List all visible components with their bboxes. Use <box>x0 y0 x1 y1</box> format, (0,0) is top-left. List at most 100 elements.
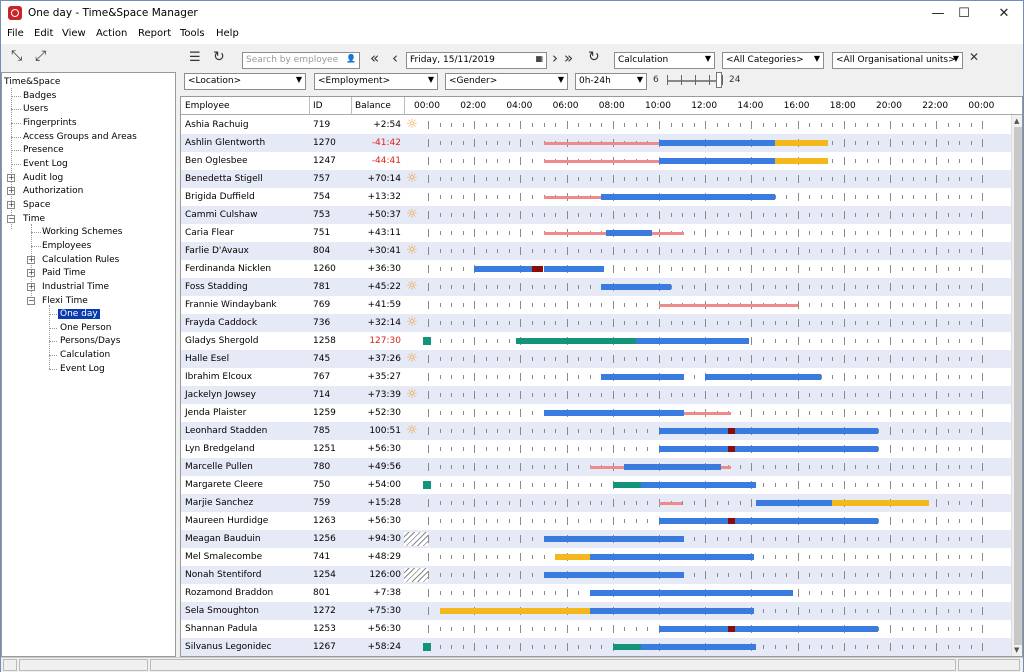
yellow-time-segment[interactable] <box>439 608 590 614</box>
expand-icon[interactable]: ⤢ <box>35 48 46 64</box>
blue-time-segment[interactable] <box>659 158 775 164</box>
previous-week-icon[interactable]: « <box>370 49 379 67</box>
pink-time-segment[interactable] <box>543 159 659 163</box>
org-units-select[interactable]: <All Organisational units> ▼ <box>832 52 963 69</box>
menu-tools[interactable]: Tools <box>180 28 205 39</box>
vertical-scrollbar[interactable]: ▲ ▼ <box>1011 115 1022 656</box>
blue-time-segment[interactable] <box>735 626 879 632</box>
blue-time-segment[interactable] <box>624 464 722 470</box>
blue-time-segment[interactable] <box>543 536 685 542</box>
table-row[interactable]: Shannan Padula 1253 +56:30 <box>181 620 1011 638</box>
menu-action[interactable]: Action <box>96 28 127 39</box>
clear-filter-icon[interactable]: ✕ <box>969 50 979 64</box>
blue-time-segment[interactable] <box>543 266 604 272</box>
tree-item-one-person[interactable]: One Person <box>60 323 111 333</box>
pink-time-segment[interactable] <box>543 141 659 145</box>
tree-item-industrial-time[interactable]: Industrial Time <box>42 282 109 292</box>
table-row[interactable]: Ferdinanda Nicklen 1260 +36:30 <box>181 260 1011 278</box>
table-row[interactable]: Rozamond Braddon 801 +7:38 <box>181 584 1011 602</box>
tree-item-working-schemes[interactable]: Working Schemes <box>42 227 122 237</box>
pink-time-segment[interactable] <box>684 411 731 415</box>
blue-time-segment[interactable] <box>589 608 754 614</box>
blue-time-segment[interactable] <box>605 230 653 236</box>
tree-item-calculation-rules[interactable]: Calculation Rules <box>42 255 119 265</box>
column-header-balance[interactable]: Balance <box>355 101 391 111</box>
table-row[interactable]: Mel Smalecombe 741 +48:29 <box>181 548 1011 566</box>
collapse-icon[interactable]: − <box>7 215 15 223</box>
search-input[interactable]: Search by employee 👤 <box>242 52 360 69</box>
date-picker[interactable]: Friday, 15/11/2019 ▦ <box>406 52 547 69</box>
column-header-id[interactable]: ID <box>313 101 323 111</box>
table-row[interactable]: Maureen Hurdidge 1263 +56:30 <box>181 512 1011 530</box>
menu-view[interactable]: View <box>62 28 86 39</box>
expand-icon[interactable]: + <box>27 283 35 291</box>
table-row[interactable]: Jackelyn Jowsey 714 +73:39 ☼ <box>181 386 1011 404</box>
blue-time-segment[interactable] <box>659 626 729 632</box>
list-icon[interactable]: ☰ <box>189 50 201 65</box>
table-row[interactable]: Ashlin Glentworth 1270 -41:42 <box>181 134 1011 152</box>
blue-time-segment[interactable] <box>659 518 729 524</box>
blue-time-segment[interactable] <box>635 338 750 344</box>
blue-time-segment[interactable] <box>659 140 775 146</box>
table-row[interactable]: Marjie Sanchez 759 +15:28 <box>181 494 1011 512</box>
maximize-button[interactable]: ☐ <box>947 1 981 26</box>
table-row[interactable]: Frayda Caddock 736 +32:14 ☼ <box>181 314 1011 332</box>
blue-time-segment[interactable] <box>601 284 671 290</box>
tree-item-persons-days[interactable]: Persons/Days <box>60 336 120 346</box>
table-row[interactable]: Meagan Bauduin 1256 +94:30 <box>181 530 1011 548</box>
menu-edit[interactable]: Edit <box>34 28 53 39</box>
collapse-icon[interactable]: − <box>27 297 35 305</box>
darkred-time-segment[interactable] <box>531 266 544 272</box>
tree-item-fingerprints[interactable]: Fingerprints <box>23 118 77 128</box>
today-icon[interactable]: ↻ <box>588 49 600 65</box>
pink-time-segment[interactable] <box>659 501 683 505</box>
tree-item-time[interactable]: Time <box>23 214 45 224</box>
close-button[interactable]: ✕ <box>987 1 1021 26</box>
pink-time-segment[interactable] <box>721 465 731 469</box>
blue-time-segment[interactable] <box>735 446 879 452</box>
table-row[interactable]: Foss Stadding 781 +45:22 ☼ <box>181 278 1011 296</box>
green-time-segment[interactable] <box>612 644 641 650</box>
tree-item-flexi-event-log[interactable]: Event Log <box>60 364 105 374</box>
table-row[interactable]: Farlie D'Avaux 804 +30:41 ☼ <box>181 242 1011 260</box>
table-row[interactable]: Ben Oglesbee 1247 -44:41 <box>181 152 1011 170</box>
hours-range-select[interactable]: 0h-24h ▼ <box>575 73 647 90</box>
blue-time-segment[interactable] <box>705 374 821 380</box>
yellow-time-segment[interactable] <box>774 158 828 164</box>
tree-item-users[interactable]: Users <box>23 104 48 114</box>
blue-time-segment[interactable] <box>589 554 754 560</box>
blue-time-segment[interactable] <box>474 266 532 272</box>
table-row[interactable]: Caria Flear 751 +43:11 <box>181 224 1011 242</box>
tree-item-space[interactable]: Space <box>23 200 50 210</box>
refresh-icon[interactable]: ↻ <box>213 49 225 65</box>
categories-select[interactable]: <All Categories> ▼ <box>722 52 824 69</box>
blue-time-segment[interactable] <box>659 446 729 452</box>
menu-file[interactable]: File <box>7 28 24 39</box>
blue-time-segment[interactable] <box>640 644 757 650</box>
table-row[interactable]: Leonhard Stadden 785 100:51 ☼ <box>181 422 1011 440</box>
expand-icon[interactable]: + <box>27 256 35 264</box>
tree-item-presence[interactable]: Presence <box>23 145 64 155</box>
table-row[interactable]: Benedetta Stigell 757 +70:14 ☼ <box>181 170 1011 188</box>
table-row[interactable]: Ibrahim Elcoux 767 +35:27 <box>181 368 1011 386</box>
tree-item-audit-log[interactable]: Audit log <box>23 173 63 183</box>
menu-report[interactable]: Report <box>138 28 171 39</box>
tree-item-badges[interactable]: Badges <box>23 91 56 101</box>
table-row[interactable]: Frannie Windaybank 769 +41:59 <box>181 296 1011 314</box>
table-row[interactable]: Nonah Stentiford 1254 126:00 <box>181 566 1011 584</box>
table-row[interactable]: Halle Esel 745 +37:26 ☼ <box>181 350 1011 368</box>
scrollbar-thumb[interactable] <box>1014 127 1022 645</box>
previous-day-icon[interactable]: ‹ <box>392 49 398 67</box>
collapse-icon[interactable]: ⤡ <box>11 48 22 64</box>
darkred-time-segment[interactable] <box>728 446 736 452</box>
blue-time-segment[interactable] <box>756 500 833 506</box>
blue-time-segment[interactable] <box>543 572 685 578</box>
table-row[interactable]: Jenda Plaister 1259 +52:30 <box>181 404 1011 422</box>
table-row[interactable]: Ashia Rachuig 719 +2:54 ☼ <box>181 116 1011 134</box>
table-row[interactable]: Lyn Bredgeland 1251 +56:30 <box>181 440 1011 458</box>
expand-icon[interactable]: + <box>27 269 35 277</box>
blue-time-segment[interactable] <box>601 374 685 380</box>
blue-time-segment[interactable] <box>543 410 685 416</box>
table-row[interactable]: Marcelle Pullen 780 +49:56 <box>181 458 1011 476</box>
table-row[interactable]: Cammi Culshaw 753 +50:37 ☼ <box>181 206 1011 224</box>
